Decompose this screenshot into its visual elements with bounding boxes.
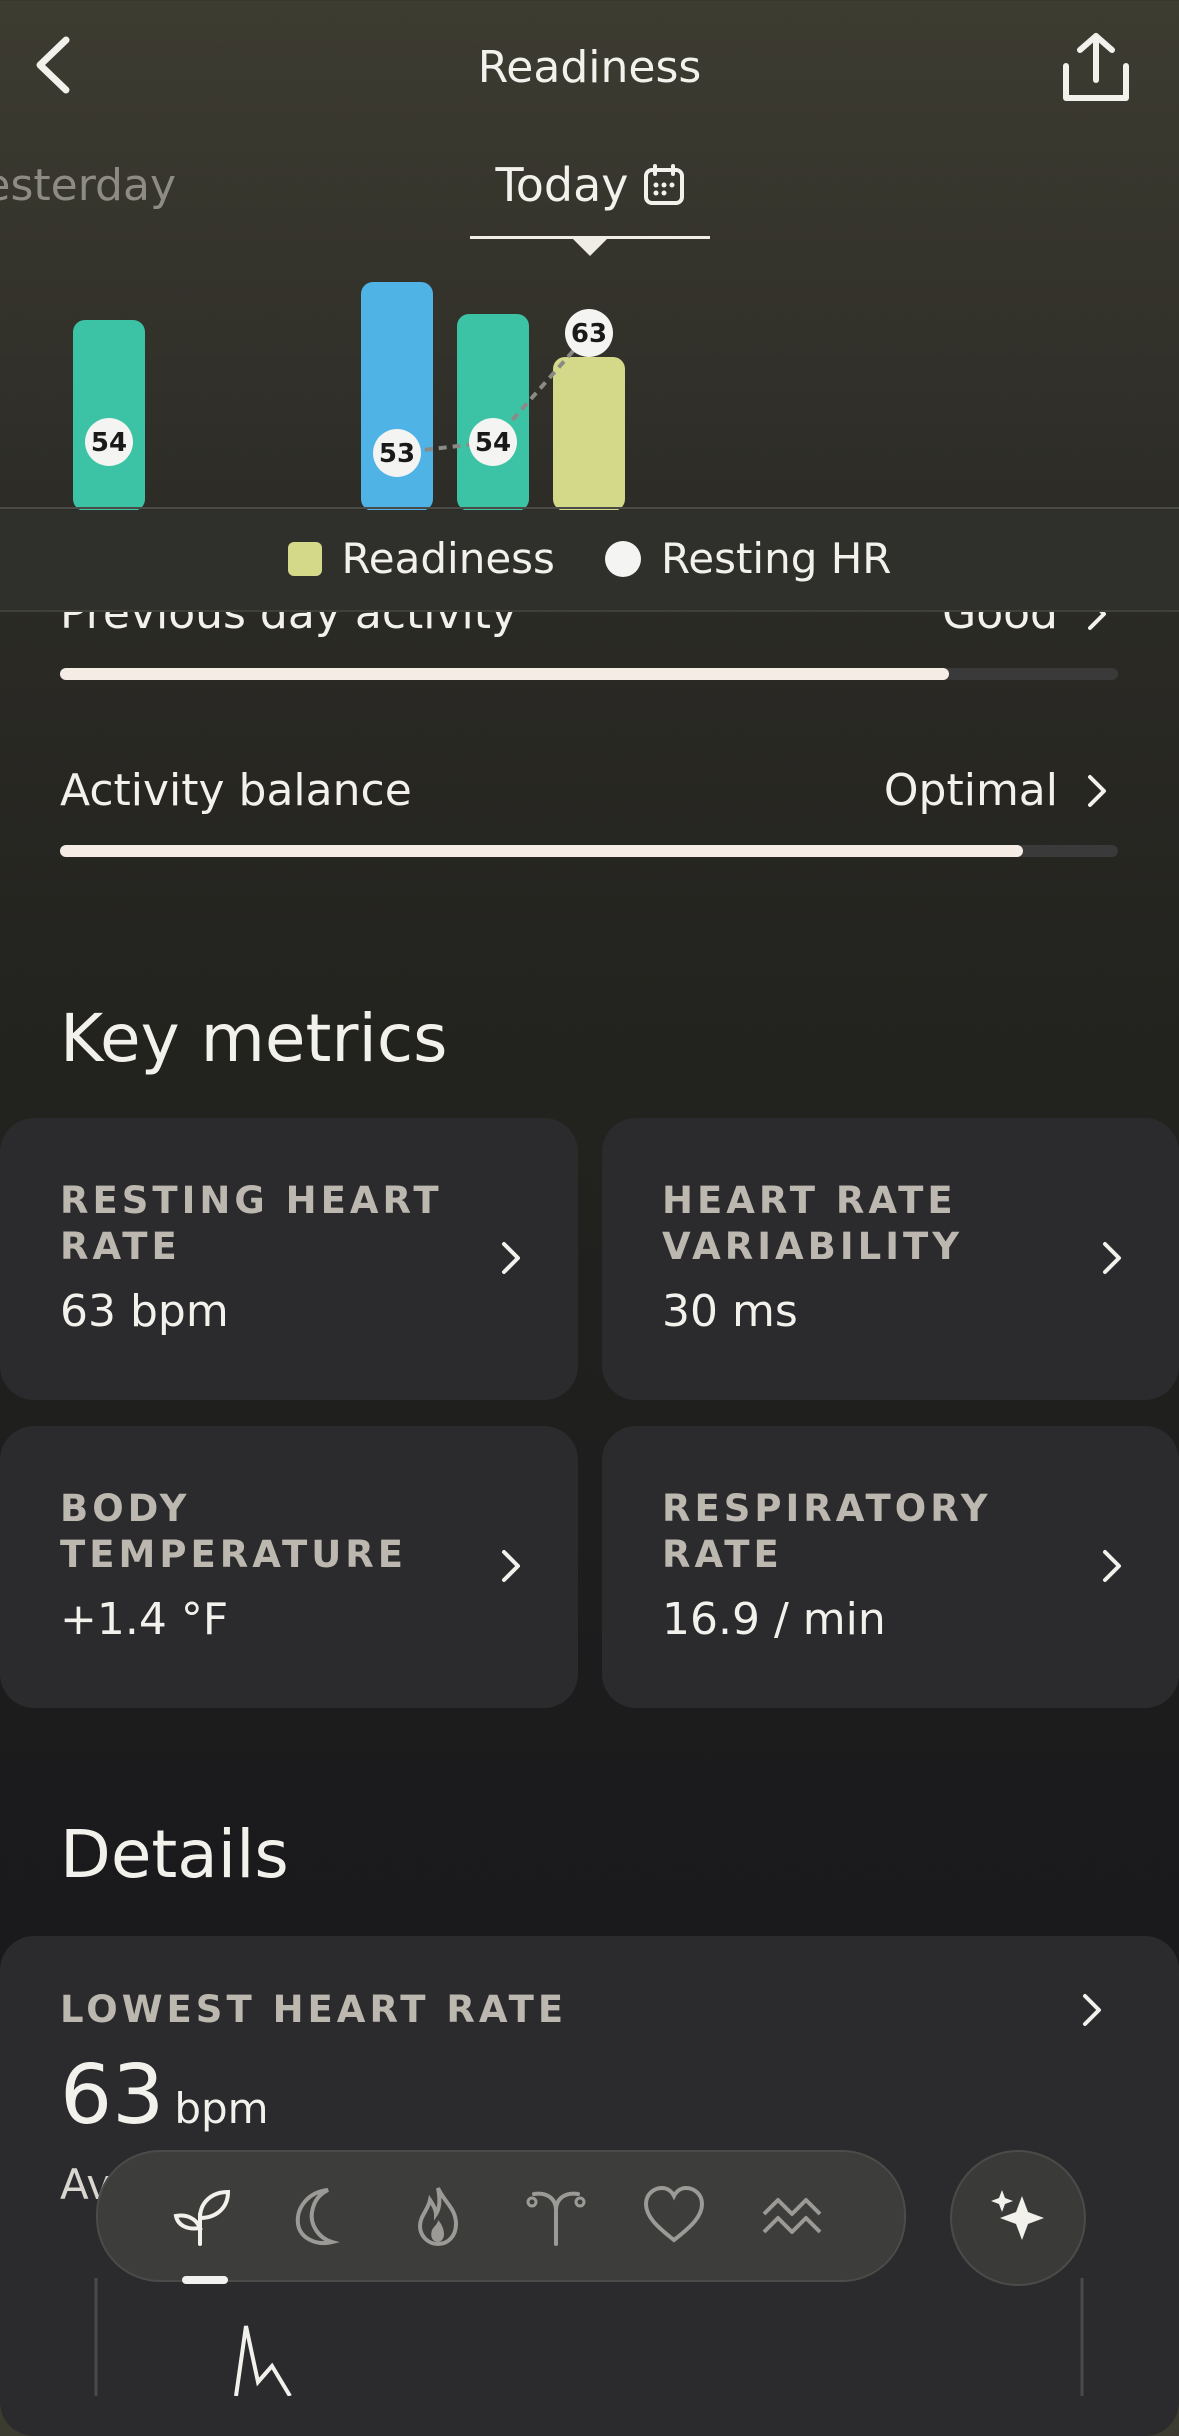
moon-icon — [295, 2188, 340, 2245]
readiness-bar — [457, 314, 529, 510]
sprout-icon — [173, 2189, 231, 2246]
stress-icon — [762, 2198, 822, 2234]
chevron-right-icon — [502, 1550, 520, 1582]
womens-health-icon — [526, 2191, 586, 2246]
metric-value: +1.4 °F — [60, 1594, 229, 1645]
metric-card-heart-rate-variability[interactable]: HEART RATE VARIABILITY 30 ms — [602, 1118, 1179, 1400]
sparkles-icon — [991, 2190, 1044, 2240]
metric-label: BODY TEMPERATURE — [60, 1487, 408, 1576]
metric-value: 30 ms — [662, 1286, 798, 1337]
chart-baseline — [0, 507, 1179, 509]
chevron-right-icon — [1103, 1550, 1121, 1582]
advisor-button[interactable] — [950, 2150, 1086, 2286]
lowest-heart-rate-unit: bpm — [174, 2084, 269, 2133]
tab-activity[interactable] — [406, 2184, 470, 2248]
tab-home[interactable] — [170, 2184, 234, 2248]
bottom-tab-bar — [96, 2150, 906, 2284]
metric-card-respiratory-rate[interactable]: RESPIRATORY RATE 16.9 / min — [602, 1426, 1179, 1708]
contributor-label: Activity balance — [60, 765, 412, 816]
metric-value: 63 bpm — [60, 1286, 229, 1337]
data-label: 53 — [379, 439, 415, 469]
lowest-heart-rate-label: LOWEST HEART RATE — [60, 1988, 568, 2031]
details-title: Details — [60, 1816, 289, 1893]
chevron-right-icon — [502, 1242, 520, 1274]
tab-today-label: Today — [495, 158, 629, 212]
metric-card-resting-heart-rate[interactable]: RESTING HEART RATE 63 bpm — [0, 1118, 578, 1400]
share-icon — [1063, 33, 1129, 101]
legend-readiness-label: Readiness — [341, 534, 555, 583]
readiness-bar — [553, 357, 625, 510]
tab-yesterday-label: Yesterday — [0, 160, 176, 211]
tab-sleep[interactable] — [288, 2184, 352, 2248]
data-label: 63 — [571, 319, 607, 349]
metric-label: RESPIRATORY RATE — [662, 1487, 992, 1576]
contributor-progress-track — [60, 845, 1118, 857]
data-label: 54 — [91, 428, 127, 458]
lowest-heart-rate-number: 63 — [60, 2048, 165, 2143]
page-title: Readiness — [477, 42, 702, 93]
calendar-icon — [643, 164, 684, 205]
readiness-chart[interactable]: 54 53 54 63 — [0, 240, 1179, 510]
metric-card-body-temperature[interactable]: BODY TEMPERATURE +1.4 °F — [0, 1426, 578, 1708]
tab-cycle[interactable] — [524, 2184, 588, 2248]
contributor-progress-track — [60, 668, 1118, 680]
metric-value: 16.9 / min — [662, 1594, 886, 1645]
contributor-activity-balance[interactable]: Activity balance Optimal — [60, 765, 1118, 865]
tab-yesterday[interactable]: Yesterday — [0, 160, 180, 220]
tab-heart[interactable] — [642, 2184, 706, 2248]
contributor-progress-fill — [60, 845, 1023, 857]
flame-icon — [417, 2187, 459, 2247]
lowest-heart-rate-value: 63 bpm — [60, 2048, 269, 2143]
tab-today[interactable]: Today — [470, 158, 710, 238]
metric-label: HEART RATE VARIABILITY — [662, 1179, 963, 1268]
tab-stress[interactable] — [760, 2184, 824, 2248]
chevron-right-icon — [1103, 1242, 1121, 1274]
key-metrics-title: Key metrics — [60, 1000, 448, 1077]
lowest-heart-rate-graph — [94, 2278, 1084, 2396]
heart-icon — [643, 2185, 705, 2243]
chevron-right-icon — [1083, 1994, 1101, 2026]
active-tab-indicator — [182, 2276, 228, 2284]
readiness-bar — [73, 320, 145, 510]
legend-resting-hr-swatch — [604, 540, 641, 577]
chart-legend-overlay: Readiness Resting HR — [0, 510, 1179, 612]
legend-readiness-swatch — [287, 541, 322, 576]
share-button[interactable] — [1058, 30, 1134, 106]
contributor-value: Optimal — [883, 765, 1058, 816]
contributor-progress-fill — [60, 668, 949, 680]
metric-label: RESTING HEART RATE — [60, 1179, 443, 1268]
data-label: 54 — [475, 428, 511, 458]
legend-resting-hr-label: Resting HR — [660, 534, 892, 583]
chevron-right-icon — [1088, 775, 1106, 807]
